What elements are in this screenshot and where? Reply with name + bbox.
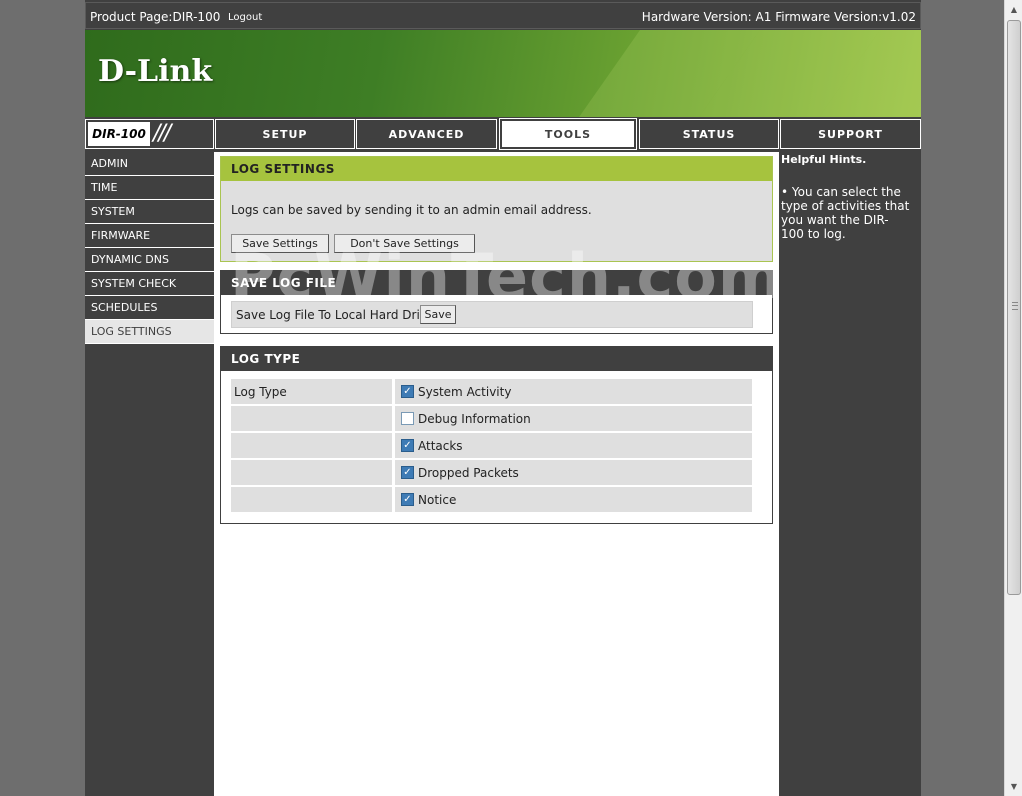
save-log-button[interactable]: Save (420, 305, 456, 324)
top-bar: Product Page:DIR-100 Logout Hardware Ver… (85, 2, 921, 29)
main-content: LOG SETTINGS Logs can be saved by sendin… (214, 152, 779, 796)
sidebar-item-admin[interactable]: ADMIN (85, 152, 214, 176)
log-type-label-empty (231, 406, 392, 431)
vertical-scrollbar[interactable]: ▲ ▼ (1004, 0, 1022, 796)
section-title: LOG TYPE (221, 347, 772, 371)
option-label: Notice (418, 492, 457, 507)
product-page-label: Product Page:DIR-100 (90, 10, 221, 24)
sidebar-item-dynamic-dns[interactable]: DYNAMIC DNS (85, 248, 214, 272)
sidebar-item-firmware[interactable]: FIRMWARE (85, 224, 214, 248)
option-label: Attacks (418, 438, 463, 453)
dont-save-settings-button[interactable]: Don't Save Settings (334, 234, 475, 253)
version-info: Hardware Version: A1 Firmware Version:v1… (641, 10, 916, 24)
log-option-dropped-packets[interactable]: ✓ Dropped Packets (395, 460, 752, 485)
save-log-label: Save Log File To Local Hard Drive (236, 308, 435, 322)
hints-text: • You can select the type of activities … (781, 185, 910, 241)
log-option-system-activity[interactable]: ✓ System Activity (395, 379, 752, 404)
section-title: LOG SETTINGS (221, 157, 772, 181)
banner: D-Link (85, 30, 921, 117)
sidebar-item-log-settings[interactable]: LOG SETTINGS (85, 320, 214, 344)
tab-status[interactable]: STATUS (639, 119, 779, 149)
tab-setup[interactable]: SETUP (215, 119, 355, 149)
section-title: SAVE LOG FILE (221, 271, 772, 295)
save-log-row: Save Log File To Local Hard Drive Save (231, 301, 753, 328)
checkbox-checked-icon[interactable]: ✓ (401, 439, 414, 452)
checkbox-checked-icon[interactable]: ✓ (401, 493, 414, 506)
sidebar-item-schedules[interactable]: SCHEDULES (85, 296, 214, 320)
hints-title: Helpful Hints. (781, 153, 867, 166)
log-type-table: Log Type ✓ System Activity Debug Informa… (231, 377, 755, 517)
log-option-attacks[interactable]: ✓ Attacks (395, 433, 752, 458)
log-settings-section: LOG SETTINGS Logs can be saved by sendin… (220, 156, 773, 262)
checkbox-unchecked-icon[interactable] (401, 412, 414, 425)
checkbox-checked-icon[interactable]: ✓ (401, 385, 414, 398)
scroll-up-icon[interactable]: ▲ (1006, 1, 1022, 18)
log-settings-description: Logs can be saved by sending it to an ad… (231, 203, 592, 217)
log-type-section: LOG TYPE Log Type ✓ System Activity Debu… (220, 346, 773, 524)
checkbox-checked-icon[interactable]: ✓ (401, 466, 414, 479)
sidebar-item-system[interactable]: SYSTEM (85, 200, 214, 224)
save-settings-button[interactable]: Save Settings (231, 234, 329, 253)
scroll-down-icon[interactable]: ▼ (1006, 778, 1022, 795)
model-slashes: /// (153, 121, 171, 146)
scrollbar-thumb[interactable] (1007, 20, 1021, 595)
log-option-notice[interactable]: ✓ Notice (395, 487, 752, 512)
model-label: DIR-100 (88, 122, 150, 146)
grip-icon (1012, 302, 1018, 310)
model-badge: DIR-100 /// (85, 119, 214, 149)
tab-tools[interactable]: TOOLS (499, 118, 637, 150)
sidebar: ADMIN TIME SYSTEM FIRMWARE DYNAMIC DNS S… (85, 152, 214, 344)
option-label: Debug Information (418, 411, 531, 426)
log-type-label-empty (231, 487, 392, 512)
sidebar-item-time[interactable]: TIME (85, 176, 214, 200)
log-type-label-empty (231, 460, 392, 485)
option-label: System Activity (418, 384, 512, 399)
log-option-debug-information[interactable]: Debug Information (395, 406, 752, 431)
router-page: Product Page:DIR-100 Logout Hardware Ver… (85, 0, 921, 796)
helpful-hints-panel: Helpful Hints. • You can select the type… (780, 152, 921, 796)
log-type-label: Log Type (231, 379, 392, 404)
log-type-label-empty (231, 433, 392, 458)
sidebar-item-system-check[interactable]: SYSTEM CHECK (85, 272, 214, 296)
tab-support[interactable]: SUPPORT (780, 119, 921, 149)
logout-link[interactable]: Logout (228, 12, 262, 23)
tab-advanced[interactable]: ADVANCED (356, 119, 497, 149)
save-log-file-section: SAVE LOG FILE Save Log File To Local Har… (220, 270, 773, 334)
dlink-logo: D-Link (98, 54, 213, 89)
option-label: Dropped Packets (418, 465, 519, 480)
